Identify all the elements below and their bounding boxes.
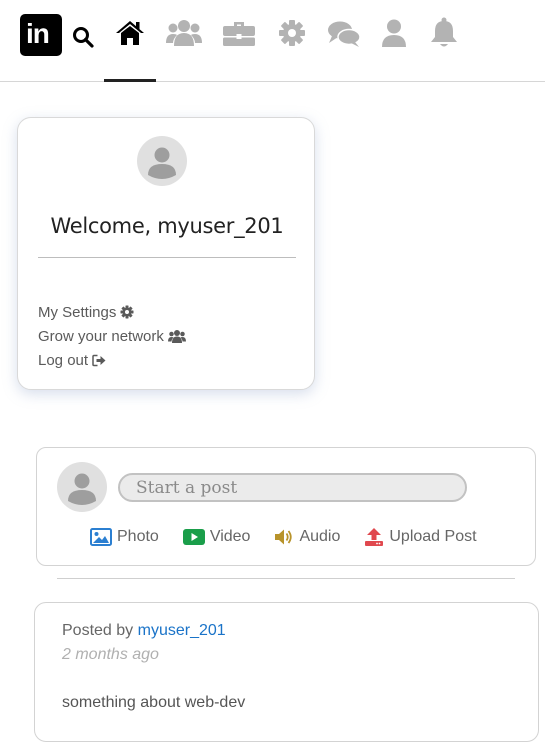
briefcase-icon[interactable] (222, 19, 256, 47)
logout-link[interactable]: Log out (38, 348, 186, 372)
my-settings-link[interactable]: My Settings (38, 300, 186, 324)
avatar (137, 136, 187, 186)
post-timestamp: 2 months ago (62, 646, 159, 663)
author-link[interactable]: myuser_201 (138, 622, 226, 639)
logo-text: in (26, 18, 50, 49)
profile-card: Welcome, myuser_201 My Settings Grow you… (17, 117, 315, 390)
image-icon (90, 528, 112, 546)
divider (38, 257, 296, 258)
upload-icon (365, 528, 384, 546)
divider (57, 578, 515, 579)
user-icon[interactable] (381, 18, 407, 48)
profile-menu: My Settings Grow your network Log out (38, 300, 186, 372)
photo-button[interactable]: Photo (90, 527, 159, 547)
audio-label: Audio (299, 528, 341, 545)
gear-icon (120, 305, 134, 319)
upload-post-label: Upload Post (389, 528, 477, 545)
active-tab-indicator (104, 79, 156, 82)
post-composer: Photo Video Audio Upload Post (36, 447, 536, 566)
post-card: Posted by myuser_201 2 months ago someth… (34, 602, 539, 742)
post-actions: Photo Video Audio Upload Post (90, 527, 501, 547)
users-icon[interactable] (166, 18, 202, 48)
audio-button[interactable]: Audio (274, 527, 340, 547)
linkedin-logo[interactable]: in (20, 14, 62, 56)
posted-by-prefix: Posted by (62, 622, 134, 639)
volume-icon (275, 529, 293, 545)
top-navbar: in (0, 0, 545, 82)
grow-network-link[interactable]: Grow your network (38, 324, 186, 348)
avatar (57, 462, 107, 512)
comments-icon[interactable] (327, 20, 361, 48)
bell-icon[interactable] (429, 17, 459, 49)
upload-post-button[interactable]: Upload Post (364, 527, 477, 547)
sign-out-icon (92, 354, 106, 366)
video-icon (182, 529, 205, 545)
post-body: something about web-dev (62, 694, 246, 711)
welcome-heading: Welcome, myuser_201 (50, 214, 284, 238)
posted-by: Posted by myuser_201 (62, 622, 226, 640)
users-icon (167, 329, 186, 343)
photo-label: Photo (117, 528, 159, 545)
grow-network-label: Grow your network (38, 327, 164, 345)
video-label: Video (209, 528, 251, 545)
search-icon[interactable] (72, 26, 94, 48)
start-post-input[interactable] (118, 473, 467, 502)
home-icon[interactable] (115, 19, 145, 47)
video-button[interactable]: Video (182, 527, 251, 547)
logout-label: Log out (38, 351, 89, 369)
my-settings-label: My Settings (38, 303, 117, 321)
gear-icon[interactable] (278, 19, 306, 47)
